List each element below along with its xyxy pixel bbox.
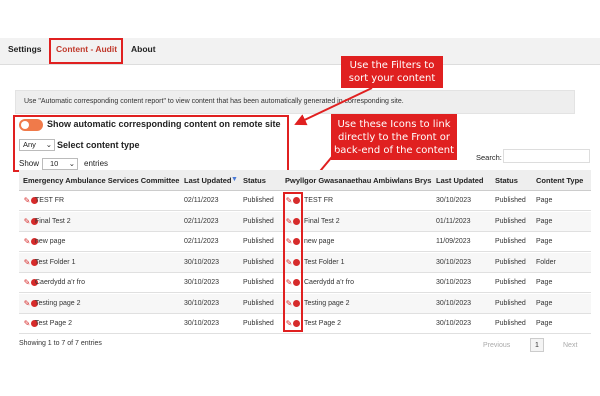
content-type-value: Any [23, 140, 36, 149]
search-label: Search: [476, 153, 502, 162]
cell-status: Published [243, 299, 274, 307]
cell-remote-title: Caerdydd a'r fro [304, 279, 354, 286]
cell-remote-last-updated: 30/10/2023 [436, 258, 472, 266]
entries-label: entries [84, 159, 109, 168]
sort-desc-icon[interactable]: ▼ [231, 176, 238, 183]
pencil-icon[interactable]: ✎ [23, 319, 31, 328]
table-row: ✎ Test Folder 1 30/10/2023 Published ✎ Test F… [19, 252, 591, 273]
table-row: ✎ Test Page 2 30/10/2023 Published ✎ Test Pag… [19, 314, 591, 334]
table-row: ✎ new page 02/11/2023 Published ✎ new page 11/… [19, 232, 591, 252]
cell-remote-last-updated: 30/10/2023 [436, 197, 472, 204]
col-remote-title[interactable]: Pwyllgor Gwasanaethau Ambiwlans Brys [285, 176, 431, 185]
arrow-to-filters [294, 87, 373, 126]
pencil-icon[interactable]: ✎ [23, 196, 31, 205]
cell-status: Published [243, 217, 274, 225]
cell-content-type: Page [536, 320, 553, 327]
cell-remote-status: Published [495, 279, 526, 286]
content-type-select[interactable]: Any ⌄ [19, 139, 55, 151]
cell-status: Published [243, 238, 274, 245]
chevron-down-icon: ⌄ [45, 140, 52, 149]
col-last-updated[interactable]: Last Updated [184, 176, 232, 185]
cell-title: Caerdydd a'r fro [35, 279, 85, 286]
cell-content-type: Folder [536, 258, 556, 266]
cell-remote-title: TEST FR [304, 197, 334, 204]
cell-status: Published [243, 197, 274, 204]
cell-remote-status: Published [495, 320, 526, 327]
highlight-box-icons [283, 192, 303, 332]
cell-remote-status: Published [495, 299, 526, 307]
cell-remote-title: Test Folder 1 [304, 258, 345, 266]
pencil-icon[interactable]: ✎ [23, 258, 31, 267]
cell-remote-status: Published [495, 217, 526, 225]
col-remote-last-updated[interactable]: Last Updated [436, 176, 484, 185]
automatic-content-toggle[interactable] [19, 119, 43, 131]
cell-title: Testing page 2 [35, 299, 81, 307]
cell-remote-last-updated: 11/09/2023 [436, 238, 471, 245]
table-row: ✎ Testing page 2 30/10/2023 Published ✎ Testi… [19, 293, 591, 314]
cell-status: Published [243, 279, 274, 286]
cell-remote-last-updated: 30/10/2023 [436, 279, 472, 286]
toggle-label: Show automatic corresponding content on … [47, 119, 281, 129]
cell-remote-last-updated: 01/11/2023 [436, 217, 471, 225]
cell-remote-status: Published [495, 197, 526, 204]
pencil-icon[interactable]: ✎ [23, 237, 31, 246]
cell-remote-last-updated: 30/10/2023 [436, 299, 472, 307]
cell-last-updated: 02/11/2023 [184, 197, 219, 204]
cell-last-updated: 30/10/2023 [184, 258, 220, 266]
cell-remote-title: Final Test 2 [304, 217, 340, 225]
cell-remote-title: Test Page 2 [304, 320, 341, 327]
cell-content-type: Page [536, 217, 553, 225]
cell-title: Test Folder 1 [35, 258, 76, 266]
show-label: Show [19, 159, 40, 168]
cell-remote-status: Published [495, 238, 526, 245]
table-row: ✎ Caerdydd a'r fro 30/10/2023 Published ✎ Cae… [19, 273, 591, 293]
pencil-icon[interactable]: ✎ [23, 217, 31, 226]
page-length-value: 10 [50, 159, 59, 168]
cell-remote-title: new page [304, 238, 335, 245]
pencil-icon[interactable]: ✎ [23, 299, 31, 308]
cell-last-updated: 30/10/2023 [184, 320, 220, 327]
pagination-next[interactable]: Next [563, 342, 577, 349]
col-title[interactable]: Emergency Ambulance Services Committee [23, 176, 179, 185]
pencil-icon[interactable]: ✎ [23, 278, 31, 287]
cell-content-type: Page [536, 279, 553, 286]
pagination-previous[interactable]: Previous [483, 342, 510, 349]
chevron-down-icon: ⌄ [68, 159, 75, 168]
table-row: ✎ Final Test 2 02/11/2023 Published ✎ Final T… [19, 211, 591, 232]
cell-content-type: Page [536, 197, 553, 204]
cell-status: Published [243, 320, 274, 327]
cell-remote-status: Published [495, 258, 526, 266]
col-remote-status[interactable]: Status [495, 176, 518, 185]
cell-content-type: Page [536, 299, 553, 307]
cell-content-type: Page [536, 238, 553, 245]
content-type-label: Select content type [57, 140, 140, 150]
col-status[interactable]: Status [243, 176, 266, 185]
table-header: Emergency Ambulance Services Committee L… [19, 170, 591, 191]
cell-title: new page [35, 238, 66, 245]
cell-remote-title: Testing page 2 [304, 299, 350, 307]
cell-title: Final Test 2 [35, 217, 71, 225]
col-content-type[interactable]: Content Type [536, 176, 583, 185]
cell-last-updated: 30/10/2023 [184, 279, 220, 286]
cell-last-updated: 02/11/2023 [184, 238, 219, 245]
cell-title: TEST FR [35, 197, 65, 204]
table-row: ✎ TEST FR 02/11/2023 Published ✎ TEST FR 30/10… [19, 191, 591, 211]
cell-title: Test Page 2 [35, 320, 72, 327]
page-length-select[interactable]: 10 ⌄ [42, 158, 78, 170]
cell-status: Published [243, 258, 274, 266]
search-input[interactable] [503, 149, 590, 163]
cell-last-updated: 02/11/2023 [184, 217, 219, 225]
table-info: Showing 1 to 7 of 7 entries [19, 340, 102, 347]
cell-last-updated: 30/10/2023 [184, 299, 220, 307]
cell-remote-last-updated: 30/10/2023 [436, 320, 472, 327]
pagination-page-1[interactable]: 1 [530, 338, 544, 352]
